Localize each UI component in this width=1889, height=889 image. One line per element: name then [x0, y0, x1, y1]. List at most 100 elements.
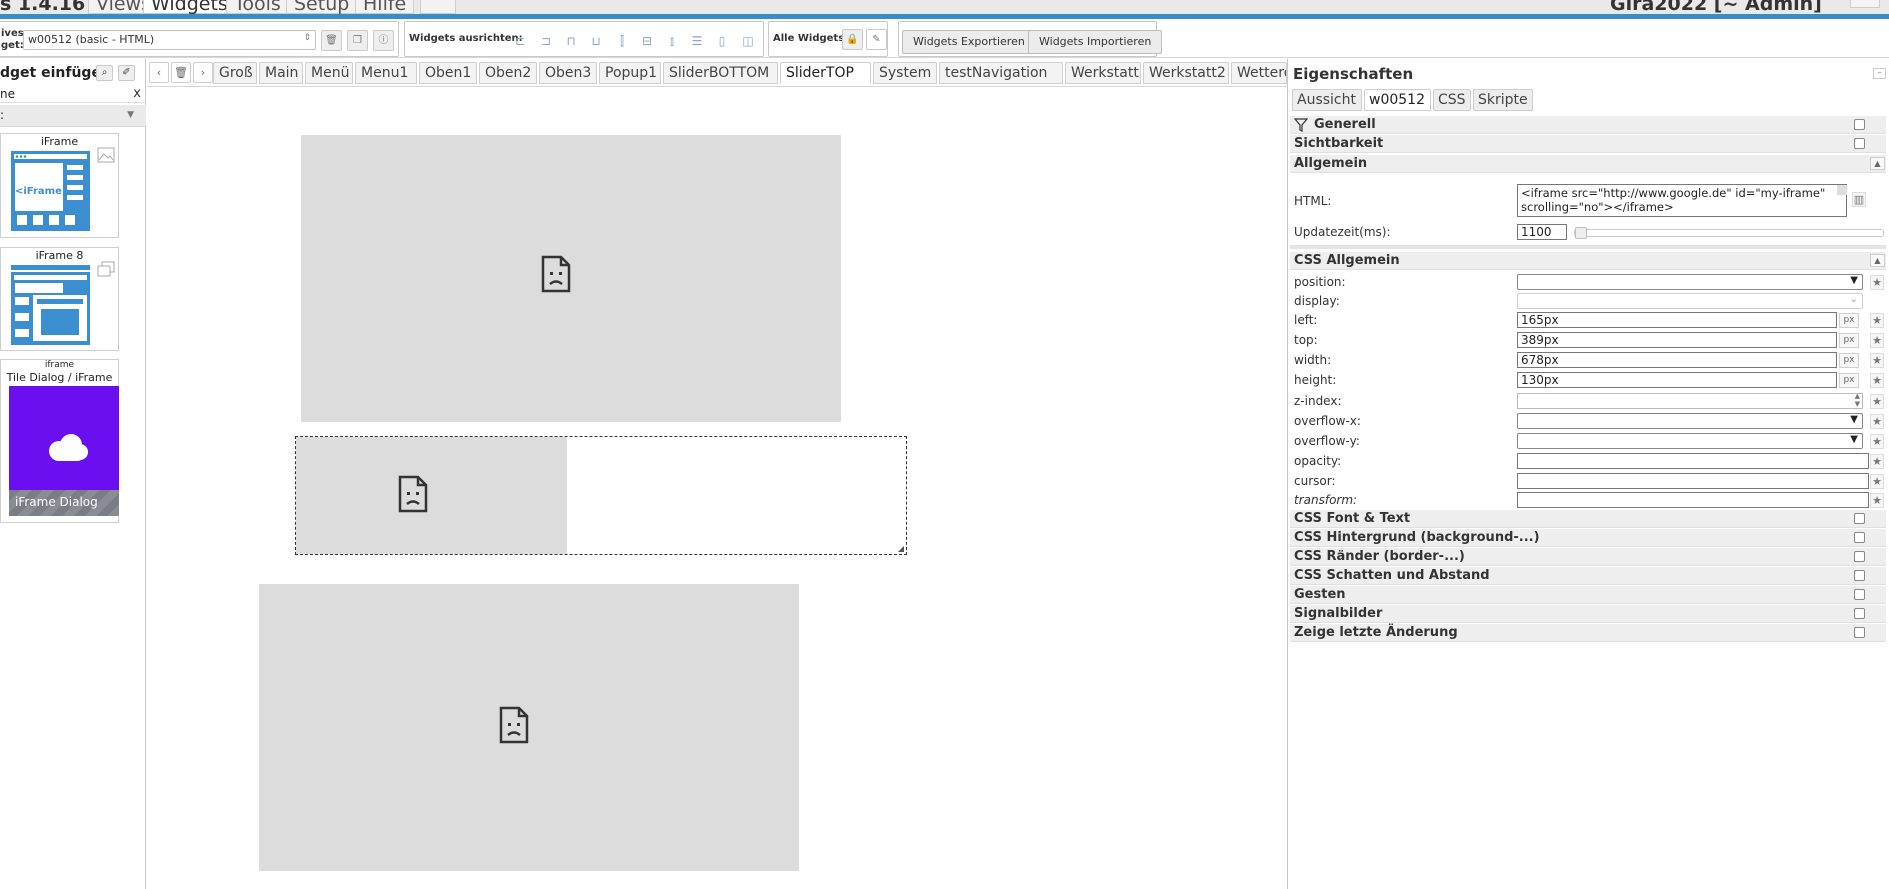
info-button[interactable]: ⓘ — [373, 30, 394, 51]
export-widgets-button[interactable]: Widgets Exportieren — [902, 30, 1036, 54]
tab-sliderbottom[interactable]: SliderBOTTOM — [663, 62, 778, 84]
section-signals[interactable]: Signalbilder — [1290, 605, 1886, 623]
tab-oben2[interactable]: Oben2 — [479, 62, 537, 84]
view-canvas[interactable]: ◢ — [147, 86, 1287, 889]
same-height-icon[interactable]: ◫ — [740, 33, 756, 49]
palette-filter[interactable]: ne x — [0, 86, 146, 103]
tab-aussicht[interactable]: Aussicht — [1292, 89, 1362, 111]
star-icon[interactable]: ★ — [1870, 353, 1884, 368]
menu-extra-button[interactable] — [420, 0, 456, 14]
section-last-change[interactable]: Zeige letzte Änderung — [1290, 624, 1886, 642]
section-background[interactable]: CSS Hintergrund (background-...) — [1290, 529, 1886, 547]
minimize-icon[interactable]: – — [1873, 68, 1886, 79]
section-checkbox[interactable] — [1854, 532, 1865, 543]
filter-input-value[interactable]: ne — [0, 87, 15, 101]
top-input[interactable]: 389px — [1517, 332, 1837, 348]
selected-html-widget[interactable]: ◢ — [295, 436, 907, 555]
zindex-input[interactable]: ▲ ▼ — [1517, 393, 1863, 409]
tab-werkstatt2[interactable]: Werkstatt2 — [1143, 62, 1229, 84]
section-checkbox[interactable] — [1854, 627, 1865, 638]
section-allgemein[interactable]: Allgemein ▲ — [1290, 155, 1886, 173]
html-edit-button[interactable]: ▥ — [1852, 192, 1866, 207]
tab-menue[interactable]: Menü — [305, 62, 353, 84]
tab-testnavigation[interactable]: testNavigation — [939, 62, 1063, 84]
tabs-prev-button[interactable]: ‹ — [149, 62, 169, 83]
star-icon[interactable]: ★ — [1870, 394, 1884, 409]
iframe-widget-2[interactable] — [296, 437, 567, 554]
tab-css[interactable]: CSS — [1433, 89, 1471, 111]
star-icon[interactable]: ★ — [1870, 333, 1884, 348]
import-widgets-button[interactable]: Widgets Importieren — [1028, 30, 1163, 54]
star-icon[interactable]: ★ — [1870, 493, 1884, 508]
distribute-v-icon[interactable]: ☰ — [689, 33, 705, 49]
star-icon[interactable]: ★ — [1870, 474, 1884, 489]
iframe-widget-1[interactable] — [301, 135, 841, 422]
widget-card-iframe[interactable]: iFrame <iFrame> — [0, 133, 119, 238]
widget-card-iframe8[interactable]: iFrame 8 — [0, 247, 119, 351]
resize-handle-icon[interactable]: ◢ — [898, 544, 904, 553]
delete-button[interactable]: 🗑 — [321, 30, 342, 51]
same-width-icon[interactable]: ▯ — [714, 33, 730, 49]
category-select[interactable]: : ▼ — [0, 105, 146, 127]
tab-werkstatt[interactable]: Werkstatt — [1065, 62, 1141, 84]
tab-wetterdaten[interactable]: Wetterdaten — [1231, 62, 1287, 84]
tab-w00512[interactable]: w00512 — [1364, 89, 1431, 111]
section-checkbox[interactable] — [1854, 589, 1865, 600]
star-icon[interactable]: ★ — [1870, 434, 1884, 449]
tab-oben1[interactable]: Oben1 — [419, 62, 477, 84]
transform-input[interactable] — [1517, 492, 1869, 508]
position-select[interactable]: ▼ — [1517, 274, 1863, 290]
tab-menu1[interactable]: Menu1 — [355, 62, 417, 84]
distribute-h-icon[interactable]: ⫾ — [664, 33, 680, 49]
tab-gross[interactable]: Groß — [213, 62, 257, 84]
align-center-h-icon[interactable]: ⫿ — [614, 33, 630, 49]
active-widget-select[interactable]: w00512 (basic - HTML) ⇕ — [23, 30, 316, 50]
section-checkbox[interactable] — [1854, 138, 1865, 149]
tab-system[interactable]: System — [873, 62, 937, 84]
search-button[interactable]: ⌕ — [96, 65, 113, 81]
align-right-icon[interactable]: ⊐ — [538, 33, 554, 49]
clear-filter-icon[interactable]: x — [133, 86, 141, 101]
align-bottom-icon[interactable]: ⊔ — [588, 33, 604, 49]
opacity-input[interactable] — [1517, 453, 1869, 469]
update-time-slider[interactable] — [1574, 227, 1884, 239]
star-icon[interactable]: ★ — [1870, 313, 1884, 328]
unit-toggle[interactable]: px — [1839, 333, 1859, 348]
section-checkbox[interactable] — [1854, 513, 1865, 524]
section-gestures[interactable]: Gesten — [1290, 586, 1886, 604]
lock-all-button[interactable]: 🔒 — [842, 29, 863, 50]
menu-widgets[interactable]: Widgets — [143, 0, 236, 14]
star-icon[interactable]: ★ — [1870, 414, 1884, 429]
unit-toggle[interactable]: px — [1839, 313, 1859, 328]
slider-handle[interactable] — [1575, 227, 1587, 239]
menu-tools[interactable]: Tools — [226, 0, 289, 14]
display-select[interactable]: ⌄ — [1517, 293, 1863, 309]
width-input[interactable]: 678px — [1517, 352, 1837, 368]
tab-oben3[interactable]: Oben3 — [539, 62, 597, 84]
star-icon[interactable]: ★ — [1870, 373, 1884, 388]
html-textarea[interactable]: <iframe src="http://www.google.de" id="m… — [1517, 184, 1847, 217]
iframe-widget-3[interactable] — [259, 584, 799, 871]
widget-card-tile-dialog[interactable]: iframe Tile Dialog / iFrame iFrame Dialo… — [0, 359, 119, 523]
menu-hilfe[interactable]: Hilfe — [355, 0, 415, 14]
menu-setup[interactable]: Setup — [286, 0, 358, 14]
height-input[interactable]: 130px — [1517, 372, 1837, 388]
align-center-v-icon[interactable]: ⊟ — [639, 33, 655, 49]
tabs-delete-button[interactable]: 🗑 — [171, 62, 191, 83]
pin-button[interactable]: ✐ — [118, 65, 135, 81]
update-time-input[interactable]: 1100 — [1517, 224, 1567, 240]
overflowx-select[interactable]: ▼ — [1517, 413, 1863, 429]
unit-toggle[interactable]: px — [1839, 353, 1859, 368]
section-shadow[interactable]: CSS Schatten und Abstand — [1290, 567, 1886, 585]
tabs-next-button[interactable]: › — [193, 62, 213, 83]
section-border[interactable]: CSS Ränder (border-...) — [1290, 548, 1886, 566]
spinner-icon[interactable]: ▲ ▼ — [1855, 394, 1860, 408]
collapse-up-icon[interactable]: ▲ — [1870, 254, 1885, 267]
tab-skripte[interactable]: Skripte — [1473, 89, 1533, 111]
section-checkbox[interactable] — [1854, 570, 1865, 581]
section-sichtbarkeit[interactable]: Sichtbarkeit — [1290, 135, 1886, 153]
collapse-up-icon[interactable]: ▲ — [1870, 157, 1885, 170]
cursor-input[interactable] — [1517, 473, 1869, 489]
edit-all-button[interactable]: ✎ — [866, 29, 887, 50]
section-css-allgemein[interactable]: CSS Allgemein ▲ — [1290, 252, 1886, 270]
